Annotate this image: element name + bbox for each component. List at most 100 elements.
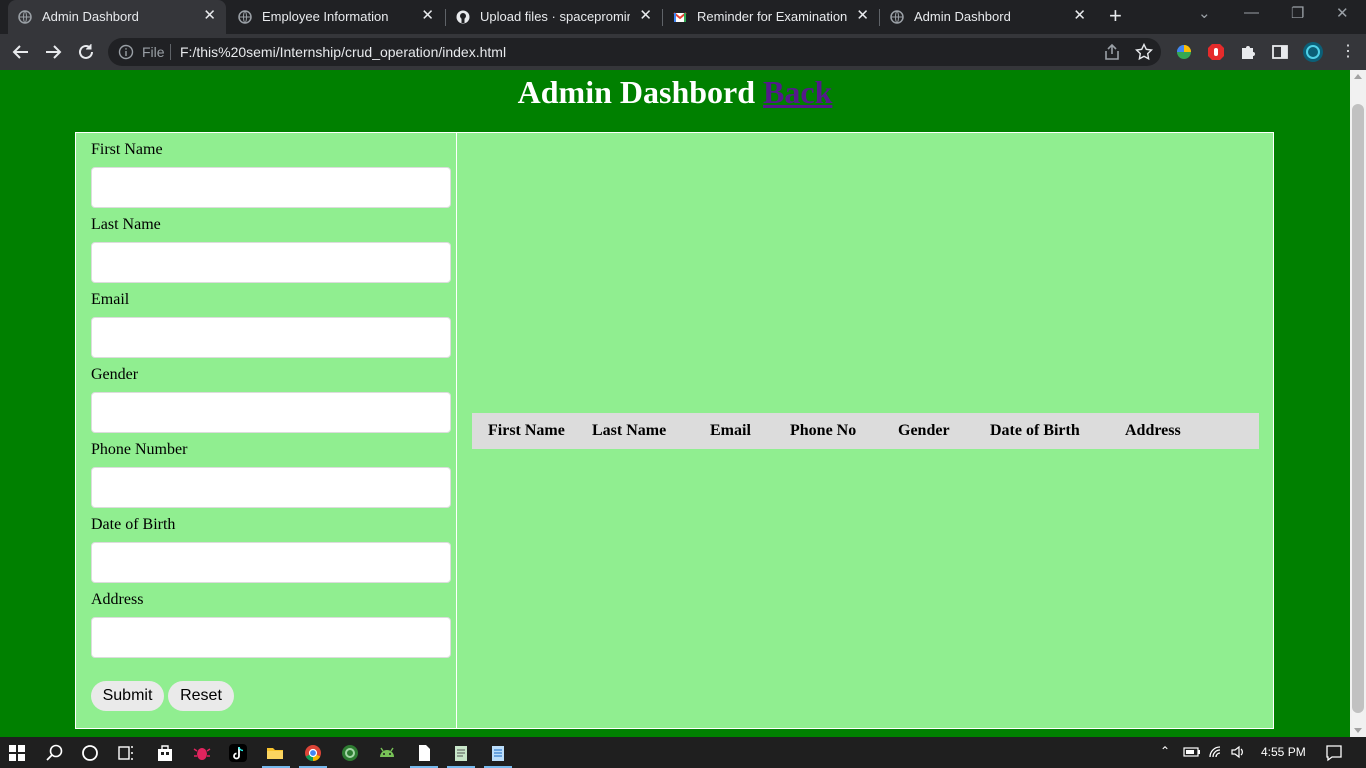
task-view-icon[interactable] xyxy=(116,743,136,763)
column-header-address: Address xyxy=(1125,422,1181,439)
puzzle-icon[interactable] xyxy=(1239,43,1257,61)
globe-icon xyxy=(890,10,904,24)
address-input[interactable] xyxy=(91,617,451,658)
adblock-icon[interactable] xyxy=(1207,43,1225,61)
back-button[interactable] xyxy=(10,41,32,63)
windows-start-icon[interactable] xyxy=(9,745,25,761)
cortana-icon[interactable] xyxy=(80,743,100,763)
notepad-icon[interactable] xyxy=(451,743,471,763)
url-text[interactable]: F:/this%20semi/Internship/crud_operation… xyxy=(180,44,506,60)
close-icon[interactable]: ✕ xyxy=(1073,8,1086,24)
notifications-icon[interactable] xyxy=(1325,744,1343,762)
close-icon[interactable]: ✕ xyxy=(856,8,869,24)
windows-taskbar: ⌃ 4:55 PM xyxy=(0,737,1366,768)
table-header-row: First Name Last Name Email Phone No Gend… xyxy=(472,413,1259,449)
tab-admin-dashbord-2[interactable]: Admin Dashbord ✕ xyxy=(880,0,1096,34)
employee-table-pane: First Name Last Name Email Phone No Gend… xyxy=(472,413,1259,449)
reload-icon xyxy=(79,44,93,59)
date-of-birth-input[interactable] xyxy=(91,542,451,583)
green-app-icon[interactable] xyxy=(340,743,360,763)
dashboard-panel: First Name Last Name Email Gender Phone … xyxy=(75,132,1274,729)
share-icon[interactable] xyxy=(1103,43,1121,61)
tab-strip: Admin Dashbord ✕ Employee Information ✕ … xyxy=(0,0,1366,34)
gender-label: Gender xyxy=(91,366,139,383)
side-panel-icon[interactable] xyxy=(1271,43,1289,61)
column-header-first-name: First Name xyxy=(488,422,565,439)
store-icon[interactable] xyxy=(155,743,175,763)
column-header-phone-no: Phone No xyxy=(790,422,857,439)
notebook-icon[interactable] xyxy=(488,743,508,763)
restore-button[interactable]: ❐ xyxy=(1291,4,1304,22)
page-title: Admin Dashbord Back xyxy=(0,74,1350,111)
globe-icon xyxy=(18,10,32,24)
email-input[interactable] xyxy=(91,317,451,358)
chrome-icon[interactable] xyxy=(303,743,323,763)
last-name-label: Last Name xyxy=(91,216,161,233)
github-icon xyxy=(456,10,470,24)
volume-icon[interactable] xyxy=(1230,745,1246,759)
phone-number-input[interactable] xyxy=(91,467,451,508)
wifi-icon[interactable] xyxy=(1208,745,1224,759)
info-icon[interactable] xyxy=(118,44,134,60)
reload-button[interactable] xyxy=(75,41,97,63)
tab-admin-dashbord[interactable]: Admin Dashbord ✕ xyxy=(8,0,226,34)
date-of-birth-label: Date of Birth xyxy=(91,516,176,533)
chevron-up-icon[interactable]: ⌃ xyxy=(1160,744,1170,758)
tab-title: Employee Information xyxy=(262,9,389,24)
email-label: Email xyxy=(91,291,130,308)
star-icon[interactable] xyxy=(1135,43,1153,61)
page-viewport: Admin Dashbord Back First Name Last Name… xyxy=(0,70,1350,737)
close-window-button[interactable]: ✕ xyxy=(1336,4,1349,22)
battery-icon[interactable] xyxy=(1183,745,1201,759)
tab-title: Reminder for Examination - a xyxy=(697,9,847,24)
reset-button[interactable]: Reset xyxy=(168,681,234,711)
search-icon[interactable] xyxy=(45,743,65,763)
close-icon[interactable]: ✕ xyxy=(639,8,652,24)
close-icon[interactable]: ✕ xyxy=(421,8,434,24)
employee-form: First Name Last Name Email Gender Phone … xyxy=(76,133,457,728)
gender-input[interactable] xyxy=(91,392,451,433)
new-tab-button[interactable]: + xyxy=(1109,5,1122,27)
browser-toolbar: File F:/this%20semi/Internship/crud_oper… xyxy=(0,34,1366,70)
tab-title: Admin Dashbord xyxy=(914,9,1011,24)
column-header-last-name: Last Name xyxy=(592,422,667,439)
submit-button[interactable]: Submit xyxy=(91,681,164,711)
scheme-label: File xyxy=(142,44,165,60)
tab-search-icon[interactable]: ⌄ xyxy=(1198,4,1211,22)
first-name-input[interactable] xyxy=(91,167,451,208)
address-label: Address xyxy=(91,591,144,608)
tiktok-icon[interactable] xyxy=(228,743,248,763)
page-heading: Admin Dashbord xyxy=(517,74,756,110)
column-header-date-of-birth: Date of Birth xyxy=(990,422,1080,439)
last-name-input[interactable] xyxy=(91,242,451,283)
gmail-icon xyxy=(673,12,687,22)
omnibox-separator xyxy=(170,44,171,60)
kebab-menu-icon[interactable]: ⋮ xyxy=(1340,41,1356,61)
document-icon[interactable] xyxy=(414,743,434,763)
tab-employee-information[interactable]: Employee Information ✕ xyxy=(228,0,444,34)
scroll-thumb[interactable] xyxy=(1352,104,1364,713)
android-studio-icon[interactable] xyxy=(377,743,397,763)
forward-button[interactable] xyxy=(42,41,64,63)
minimize-button[interactable]: — xyxy=(1244,4,1259,21)
clock[interactable]: 4:55 PM xyxy=(1261,745,1306,759)
tab-title: Admin Dashbord xyxy=(42,9,139,24)
column-header-gender: Gender xyxy=(898,422,950,439)
first-name-label: First Name xyxy=(91,141,163,158)
bug-app-icon[interactable] xyxy=(192,743,212,763)
tab-reminder-examination[interactable]: Reminder for Examination - a ✕ xyxy=(663,0,879,34)
arrow-right-icon xyxy=(46,45,62,59)
phone-number-label: Phone Number xyxy=(91,441,188,458)
page-scrollbar[interactable] xyxy=(1350,70,1366,737)
back-link[interactable]: Back xyxy=(763,74,832,110)
scroll-up-arrow-icon[interactable] xyxy=(1354,74,1362,79)
extension-color-icon[interactable] xyxy=(1175,43,1193,61)
close-icon[interactable]: ✕ xyxy=(203,8,216,24)
scroll-down-arrow-icon[interactable] xyxy=(1354,728,1362,733)
globe-icon xyxy=(238,10,252,24)
employee-table: First Name Last Name Email Phone No Gend… xyxy=(472,413,1259,449)
tab-upload-files[interactable]: Upload files · spacepromin/O ✕ xyxy=(446,0,662,34)
profile-avatar[interactable] xyxy=(1302,41,1324,63)
file-explorer-icon[interactable] xyxy=(265,743,285,763)
address-bar[interactable]: File F:/this%20semi/Internship/crud_oper… xyxy=(108,38,1161,66)
